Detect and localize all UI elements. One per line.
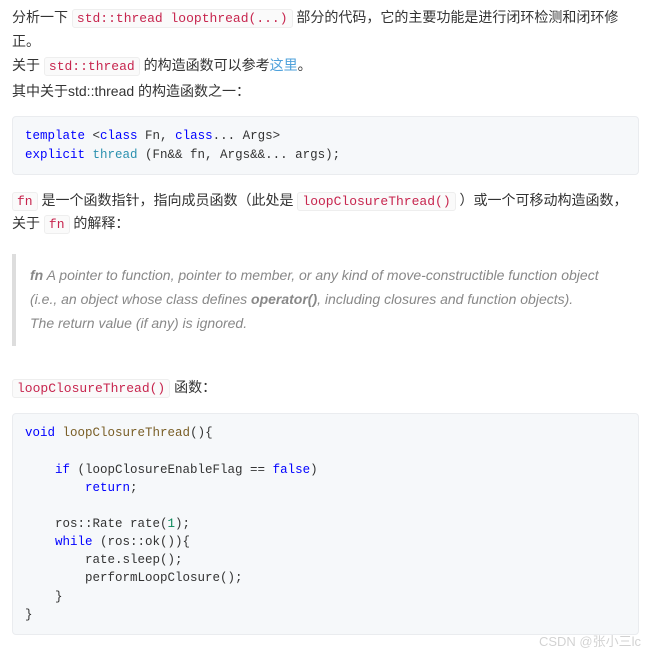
paragraph-2: 关于 std::thread 的构造函数可以参考这里。 (12, 54, 639, 78)
code-text: ) (310, 463, 318, 477)
number: 1 (168, 517, 176, 531)
inline-code: std::thread (44, 57, 140, 76)
quote-term: fn (30, 267, 43, 283)
code-text: (){ (190, 426, 213, 440)
keyword: while (55, 535, 93, 549)
keyword: if (55, 463, 70, 477)
function-name: loopClosureThread (63, 426, 191, 440)
code-text: } (25, 590, 63, 604)
inline-code: loopClosureThread() (297, 192, 455, 211)
inline-code: fn (12, 192, 38, 211)
code-text: ; (130, 481, 138, 495)
quote-term: operator() (251, 291, 317, 307)
keyword: void (25, 426, 55, 440)
code-block-template: template <class Fn, class... Args> expli… (12, 116, 639, 174)
code-text: performLoopClosure(); (25, 571, 243, 585)
code-text: < (85, 129, 100, 143)
keyword: return (85, 481, 130, 495)
paragraph-5: loopClosureThread() 函数： (12, 376, 639, 400)
paragraph-1: 分析一下 std::thread loopthread(...) 部分的代码，它… (12, 6, 639, 52)
quote-text: The return value (if any) is ignored. (30, 312, 625, 336)
code-text: (ros::ok()){ (93, 535, 191, 549)
code-text: } (25, 608, 33, 622)
code-text: ); (175, 517, 190, 531)
quote-text: , including closures and function object… (317, 291, 573, 307)
text: 关于 (12, 57, 44, 73)
blockquote: fn A pointer to function, pointer to mem… (12, 254, 639, 345)
keyword: false (273, 463, 311, 477)
text: 是一个函数指针，指向成员函数（此处是 (38, 192, 298, 208)
code-text: (Fn&& fn, Args&&... args); (138, 148, 341, 162)
text: 。 (298, 57, 312, 73)
code-text: ros::Rate rate( (25, 517, 168, 531)
paragraph-4: fn 是一个函数指针，指向成员函数（此处是 loopClosureThread(… (12, 189, 639, 237)
code-text: Fn, (138, 129, 176, 143)
keyword: class (175, 129, 213, 143)
inline-code: std::thread loopthread(...) (72, 9, 293, 28)
code-text: rate.sleep(); (25, 553, 183, 567)
keyword: class (100, 129, 138, 143)
code-block-function: void loopClosureThread(){ if (loopClosur… (12, 413, 639, 634)
code-text: (loopClosureEnableFlag == (70, 463, 273, 477)
text: 函数： (170, 379, 216, 395)
text: 分析一下 (12, 9, 72, 25)
inline-code: loopClosureThread() (12, 379, 170, 398)
paragraph-3: 其中关于std::thread 的构造函数之一： (12, 80, 639, 102)
text: 的解释： (70, 215, 130, 231)
code-text (85, 148, 93, 162)
reference-link[interactable]: 这里 (270, 57, 298, 73)
inline-code: fn (44, 215, 70, 234)
code-text: ... Args> (213, 129, 281, 143)
text: 的构造函数可以参考 (140, 57, 270, 73)
type: thread (93, 148, 138, 162)
keyword: template (25, 129, 85, 143)
keyword: explicit (25, 148, 85, 162)
